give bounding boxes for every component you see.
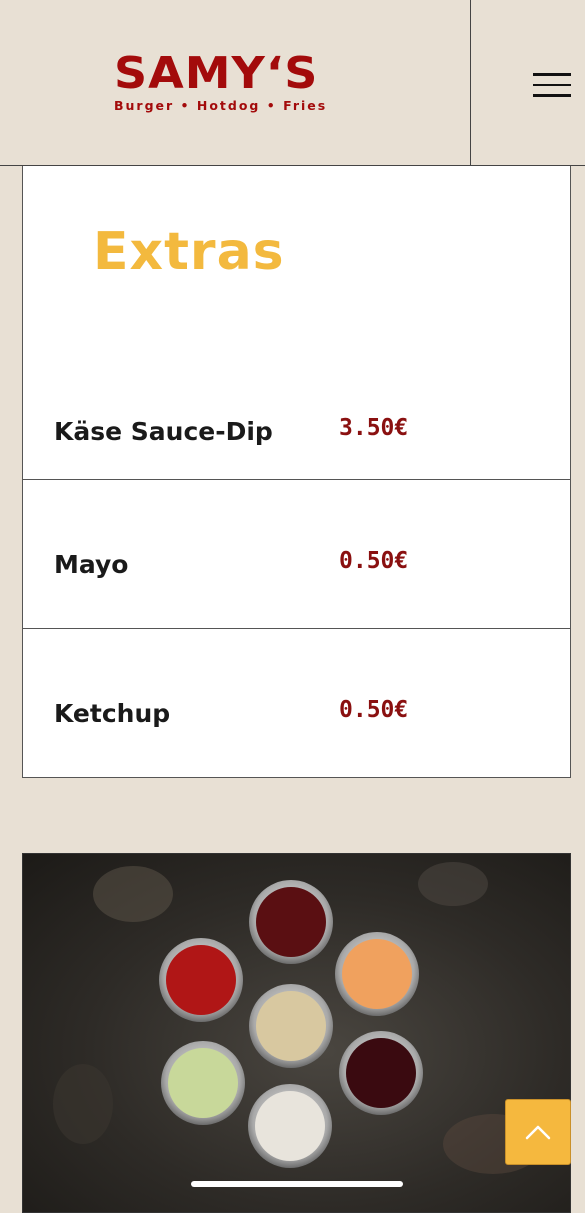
sauce bbox=[168, 1048, 238, 1118]
site-header: SAMY‘S Burger • Hotdog • Fries bbox=[0, 0, 585, 166]
sauce-bowls-illustration bbox=[53, 862, 543, 1174]
hamburger-menu-icon[interactable] bbox=[520, 60, 572, 110]
item-price: 0.50€ bbox=[339, 548, 409, 574]
brand-logo[interactable]: SAMY‘S Burger • Hotdog • Fries bbox=[114, 50, 354, 113]
item-name: Käse Sauce-Dip bbox=[54, 417, 273, 446]
home-indicator[interactable] bbox=[191, 1181, 403, 1187]
menu-item: Käse Sauce-Dip 3.50€ bbox=[22, 347, 571, 496]
sauce bbox=[346, 1038, 416, 1108]
menu-item: Ketchup 0.50€ bbox=[22, 628, 571, 777]
sauce bbox=[342, 939, 412, 1009]
sauce bbox=[256, 991, 326, 1061]
menu-item: Mayo 0.50€ bbox=[22, 479, 571, 628]
sauce-bowls bbox=[159, 880, 423, 1168]
logo-subtitle: Burger • Hotdog • Fries bbox=[114, 98, 328, 113]
scroll-to-top-button[interactable] bbox=[505, 1099, 571, 1165]
sauce bbox=[166, 945, 236, 1015]
item-price: 0.50€ bbox=[339, 697, 409, 723]
logo-title: SAMY‘S bbox=[114, 47, 319, 99]
item-price: 3.50€ bbox=[339, 415, 409, 441]
sauce bbox=[256, 887, 326, 957]
chevron-up-icon bbox=[525, 1125, 551, 1140]
sauces-photo bbox=[22, 853, 571, 1213]
sauce bbox=[255, 1091, 325, 1161]
section-title: Extras bbox=[93, 222, 285, 282]
item-name: Ketchup bbox=[54, 699, 171, 728]
header-divider bbox=[470, 0, 471, 166]
extras-menu-card: Extras Käse Sauce-Dip 3.50€ Mayo 0.50€ K… bbox=[22, 166, 571, 778]
item-name: Mayo bbox=[54, 550, 129, 579]
